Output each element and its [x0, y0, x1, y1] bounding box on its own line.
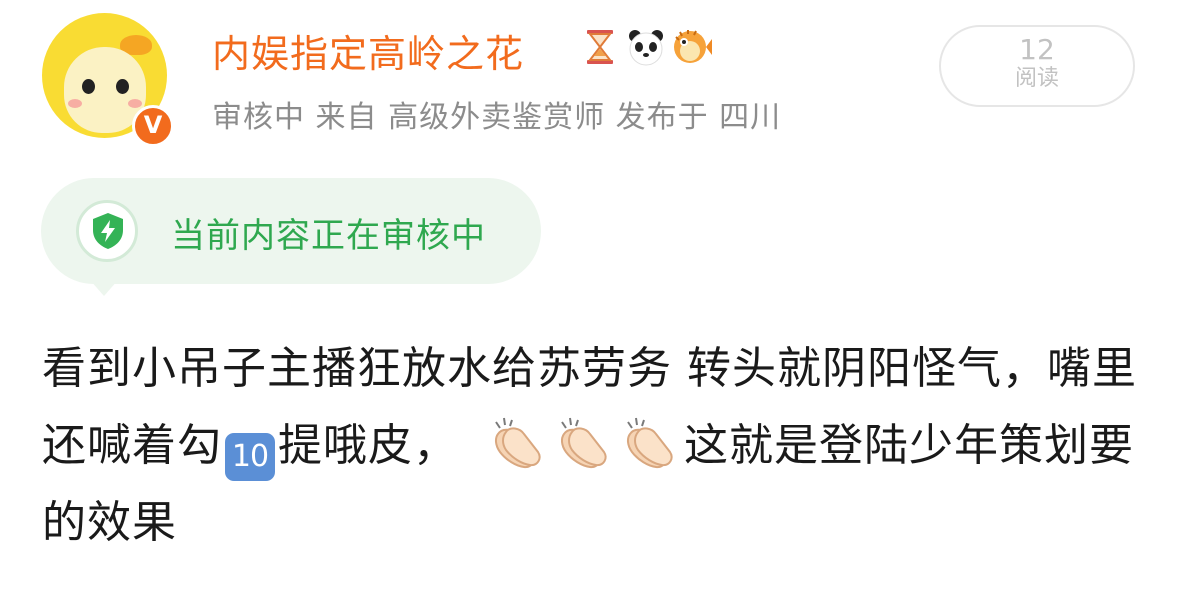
- panda-icon: [629, 30, 663, 66]
- clapping-hands-icon: [560, 417, 607, 469]
- username[interactable]: 内娱指定高岭之花: [212, 23, 524, 78]
- read-count-pill[interactable]: 12 阅读: [939, 25, 1135, 107]
- shield-ring: [76, 200, 138, 262]
- avatar-cheek: [128, 99, 142, 108]
- avatar[interactable]: V: [42, 13, 174, 147]
- review-status-banner: 当前内容正在审核中: [41, 178, 541, 284]
- avatar-eye: [82, 79, 95, 94]
- clapping-hands-icon: [626, 417, 673, 469]
- user-title-badges[interactable]: [580, 27, 712, 67]
- pufferfish-icon: [674, 30, 712, 63]
- post-body: 看到小吊子主播狂放水给苏劳务 转头就阴阳怪气，嘴里还喊着勾 10 提哦皮， 这就是登…: [42, 330, 1142, 561]
- verified-badge-icon: V: [132, 105, 174, 147]
- avatar-eye: [116, 79, 129, 94]
- hourglass-icon: [587, 30, 613, 64]
- review-status-text: 当前内容正在审核中: [171, 216, 486, 256]
- shield-lightning-icon: [93, 213, 123, 249]
- post-text-part: 提哦皮，: [278, 420, 458, 471]
- read-count: 12: [1019, 33, 1055, 66]
- review-banner-tail: [90, 280, 118, 296]
- keycap-ten-icon: 10: [225, 433, 275, 481]
- clapping-hands-icon: [494, 417, 541, 469]
- read-label: 阅读: [1014, 66, 1059, 91]
- post-meta: 审核中 来自 高级外卖鉴赏师 发布于 四川: [212, 100, 782, 135]
- avatar-cheek: [68, 99, 82, 108]
